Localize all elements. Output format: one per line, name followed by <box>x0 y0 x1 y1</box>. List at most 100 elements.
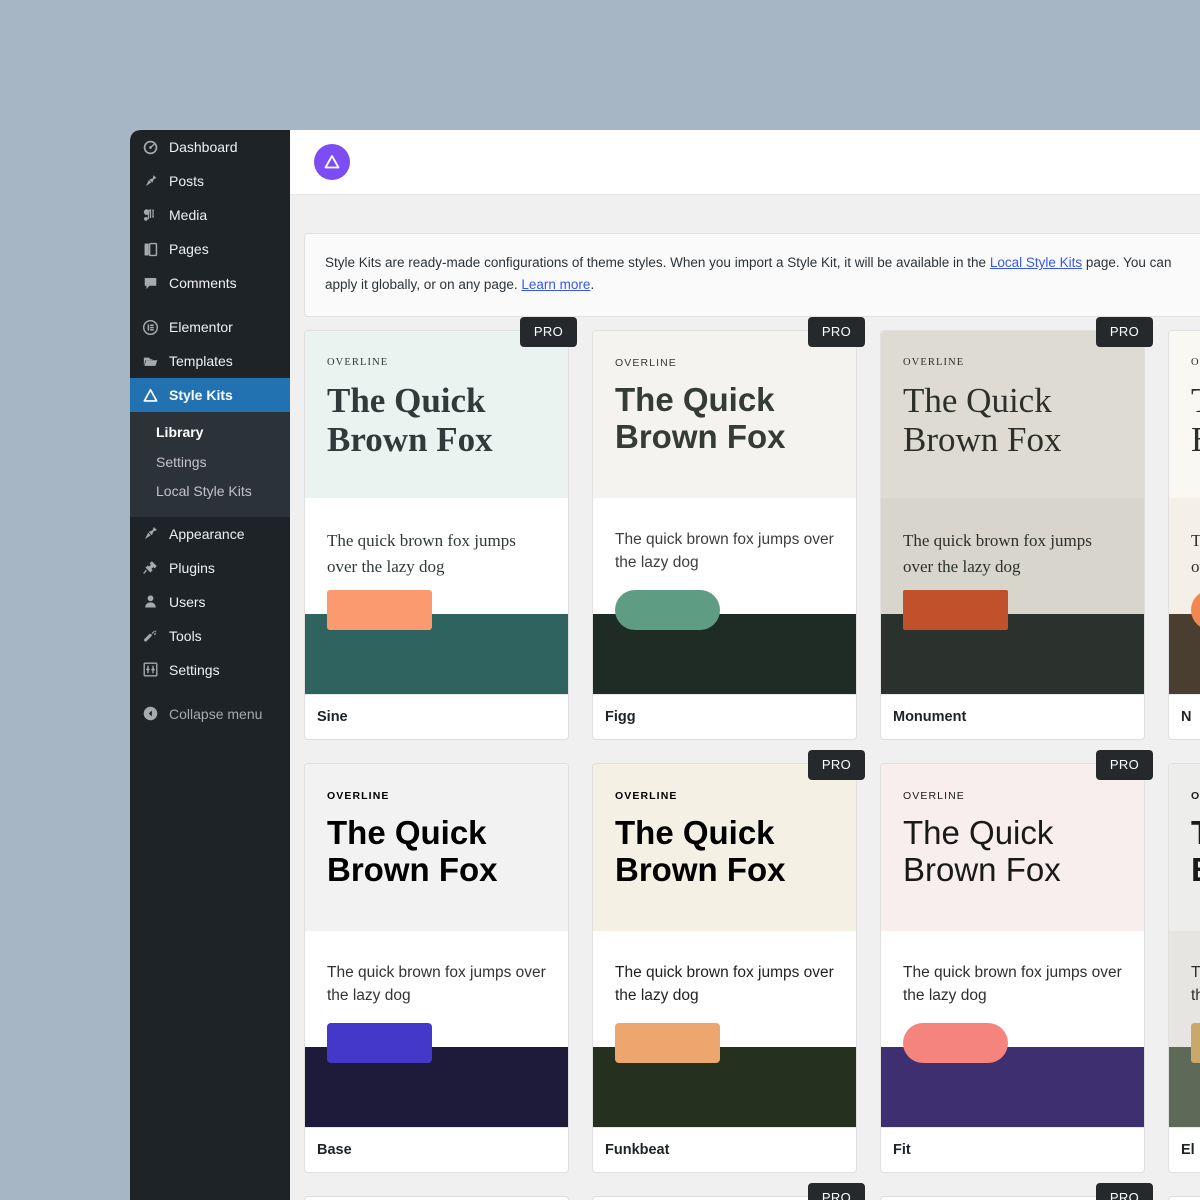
kit-name-label: Base <box>305 1127 568 1172</box>
kit-overline: OVERLINE <box>615 357 677 369</box>
kit-overline: OVERLINE <box>1191 357 1200 368</box>
comments-icon <box>140 273 160 293</box>
style-kit-card[interactable]: OVERLINEThe Quick Brown FoxThe quick bro… <box>304 763 569 1173</box>
media-icon <box>140 205 160 225</box>
kit-name-label: Fit <box>881 1127 1144 1172</box>
sidebar-item-posts[interactable]: Posts <box>130 164 290 198</box>
sidebar-item-pages[interactable]: Pages <box>130 232 290 266</box>
kit-sample-button <box>903 1023 1008 1063</box>
sidebar-item-collapse-menu[interactable]: Collapse menu <box>130 697 290 731</box>
submenu-item-local-style-kits[interactable]: Local Style Kits <box>130 477 290 507</box>
folder-icon <box>140 351 160 371</box>
sidebar-item-templates[interactable]: Templates <box>130 344 290 378</box>
style-kit-card[interactable]: OVERLINEThe Quick Brown FoxThe quick bro… <box>1168 1196 1200 1200</box>
style-kit-preview: OVERLINE The Quick Brown Fox The quick bro… <box>881 764 1144 1172</box>
sidebar-item-dashboard[interactable]: Dashboard <box>130 130 290 164</box>
sidebar-item-label: Pages <box>169 241 209 257</box>
sidebar-separator <box>130 300 290 310</box>
pro-badge: PRO <box>1095 750 1153 780</box>
style-kit-card[interactable]: PROOVERLINEThe Quick Brown FoxThe quick … <box>880 1183 1153 1200</box>
kit-preview-body: The quick brown fox jumps over the lazy … <box>881 498 1144 630</box>
sidebar-item-elementor[interactable]: Elementor <box>130 310 290 344</box>
notice-text-3: . <box>590 276 595 292</box>
elementor-icon <box>140 317 160 337</box>
submenu-item-settings[interactable]: Settings <box>130 448 290 478</box>
kit-sample-button <box>327 1023 432 1063</box>
kit-paragraph: The quick brown fox jumps over the lazy … <box>1191 964 1200 1005</box>
style-kit-preview: OVERLINE The Quick Brown Fox The quick bro… <box>1169 764 1200 1172</box>
style-kit-card[interactable]: OVERLINEThe Quick Brown FoxThe quick bro… <box>1168 330 1200 740</box>
sliders-icon <box>140 660 160 680</box>
notice-text-1: Style Kits are ready-made configurations… <box>325 255 990 270</box>
local-style-kits-link[interactable]: Local Style Kits <box>990 255 1082 270</box>
style-kit-card[interactable]: OVERLINEThe Quick Brown FoxThe quick bro… <box>304 1196 569 1200</box>
sidebar-item-appearance[interactable]: Appearance <box>130 517 290 551</box>
kit-sample-button <box>615 590 720 630</box>
kit-preview-header: OVERLINE The Quick Brown Fox <box>1169 764 1200 931</box>
kit-sample-button <box>903 590 1008 630</box>
kit-name-label: Funkbeat <box>593 1127 856 1172</box>
pro-badge: PRO <box>807 1183 865 1200</box>
kit-overline: OVERLINE <box>327 790 390 802</box>
kit-preview-body: The quick brown fox jumps over the lazy … <box>305 498 568 630</box>
style-kit-card[interactable]: PROOVERLINEThe Quick Brown FoxThe quick … <box>592 1183 865 1200</box>
kit-overline: OVERLINE <box>903 790 965 802</box>
pro-badge: PRO <box>807 750 865 780</box>
wrench-icon <box>140 626 160 646</box>
sidebar-item-comments[interactable]: Comments <box>130 266 290 300</box>
learn-more-link[interactable]: Learn more <box>521 277 590 292</box>
style-kit-preview: OVERLINE The Quick Brown Fox The quick bro… <box>593 764 856 1172</box>
sidebar-item-label: Media <box>169 207 208 223</box>
kit-preview-body: The quick brown fox jumps over the lazy … <box>1169 931 1200 1063</box>
sidebar-item-label: Settings <box>169 661 220 678</box>
style-kits-logo-icon[interactable] <box>314 144 350 180</box>
plug-icon <box>140 558 160 578</box>
sidebar-item-label: Comments <box>169 275 237 291</box>
admin-content: Style Kits are ready-made configurations… <box>290 130 1200 1200</box>
kit-name-label: N <box>1169 694 1200 739</box>
style-kit-card[interactable]: PROOVERLINEThe Quick Brown FoxThe quick … <box>880 750 1153 1173</box>
kit-preview-header: OVERLINE The Quick Brown Fox <box>593 331 856 498</box>
kit-heading: The Quick Brown Fox <box>615 814 786 888</box>
sidebar-item-label: Templates <box>169 353 233 369</box>
sidebar-item-settings[interactable]: Settings <box>130 653 290 687</box>
kit-heading: The Quick Brown Fox <box>327 814 498 888</box>
style-kit-card[interactable]: PROOVERLINEThe Quick Brown FoxThe quick … <box>592 750 865 1173</box>
sidebar-item-label: Plugins <box>169 559 215 576</box>
info-notice: Style Kits are ready-made configurations… <box>304 233 1200 317</box>
style-kit-card[interactable]: PROOVERLINEThe Quick Brown FoxThe quick … <box>880 317 1153 740</box>
submenu-item-library[interactable]: Library <box>130 418 290 448</box>
kit-preview-body: The quick brown fox jumps over the lazy … <box>1169 498 1200 630</box>
style-kit-preview: OVERLINE The Quick Brown Fox The quick bro… <box>593 331 856 739</box>
pro-badge: PRO <box>1095 1183 1153 1200</box>
kit-preview-header: OVERLINE The Quick Brown Fox <box>881 764 1144 931</box>
kit-preview-header: OVERLINE The Quick Brown Fox <box>881 331 1144 498</box>
browser-window: Dashboard Posts Media Pages Comments Elemento… <box>130 130 1200 1200</box>
style-kits-grid: PRO OVERLINE The Quick Brown Fox The quick … <box>304 317 1200 1200</box>
style-kit-card[interactable]: PROOVERLINEThe Quick Brown FoxThe quick … <box>592 317 865 740</box>
kit-overline: OVERLINE <box>903 357 965 368</box>
sidebar-item-style-kits[interactable]: Style Kits <box>130 378 290 412</box>
style-kit-card[interactable]: OVERLINEThe Quick Brown Fox The quick bro… <box>1168 763 1200 1173</box>
pin-icon <box>140 171 160 191</box>
sidebar-item-label: Appearance <box>169 525 245 542</box>
kit-name-label: El <box>1169 1127 1200 1172</box>
kit-paragraph: The quick brown fox jumps over the lazy … <box>1191 531 1200 576</box>
sidebar-item-label: Tools <box>169 627 202 644</box>
user-icon <box>140 592 160 612</box>
sidebar-item-plugins[interactable]: Plugins <box>130 551 290 585</box>
sidebar-item-media[interactable]: Media <box>130 198 290 232</box>
app-topbar <box>290 130 1200 195</box>
screen: Dashboard Posts Media Pages Comments Elemento… <box>0 0 1200 1200</box>
sidebar-item-users[interactable]: Users <box>130 585 290 619</box>
style-kit-card[interactable]: PROOVERLINEThe Quick Brown FoxThe quick … <box>304 317 577 740</box>
sidebar-item-tools[interactable]: Tools <box>130 619 290 653</box>
kit-sample-button <box>615 1023 720 1063</box>
triangle-icon <box>140 385 160 405</box>
kit-overline: OVERLINE <box>615 790 678 802</box>
pages-icon <box>140 239 160 259</box>
kit-preview-header: OVERLINE The Quick Brown Fox <box>305 764 568 931</box>
pro-badge: PRO <box>1095 317 1153 347</box>
kit-heading: The Quick Brown Fox <box>1191 814 1200 889</box>
kit-sample-button <box>327 590 432 630</box>
